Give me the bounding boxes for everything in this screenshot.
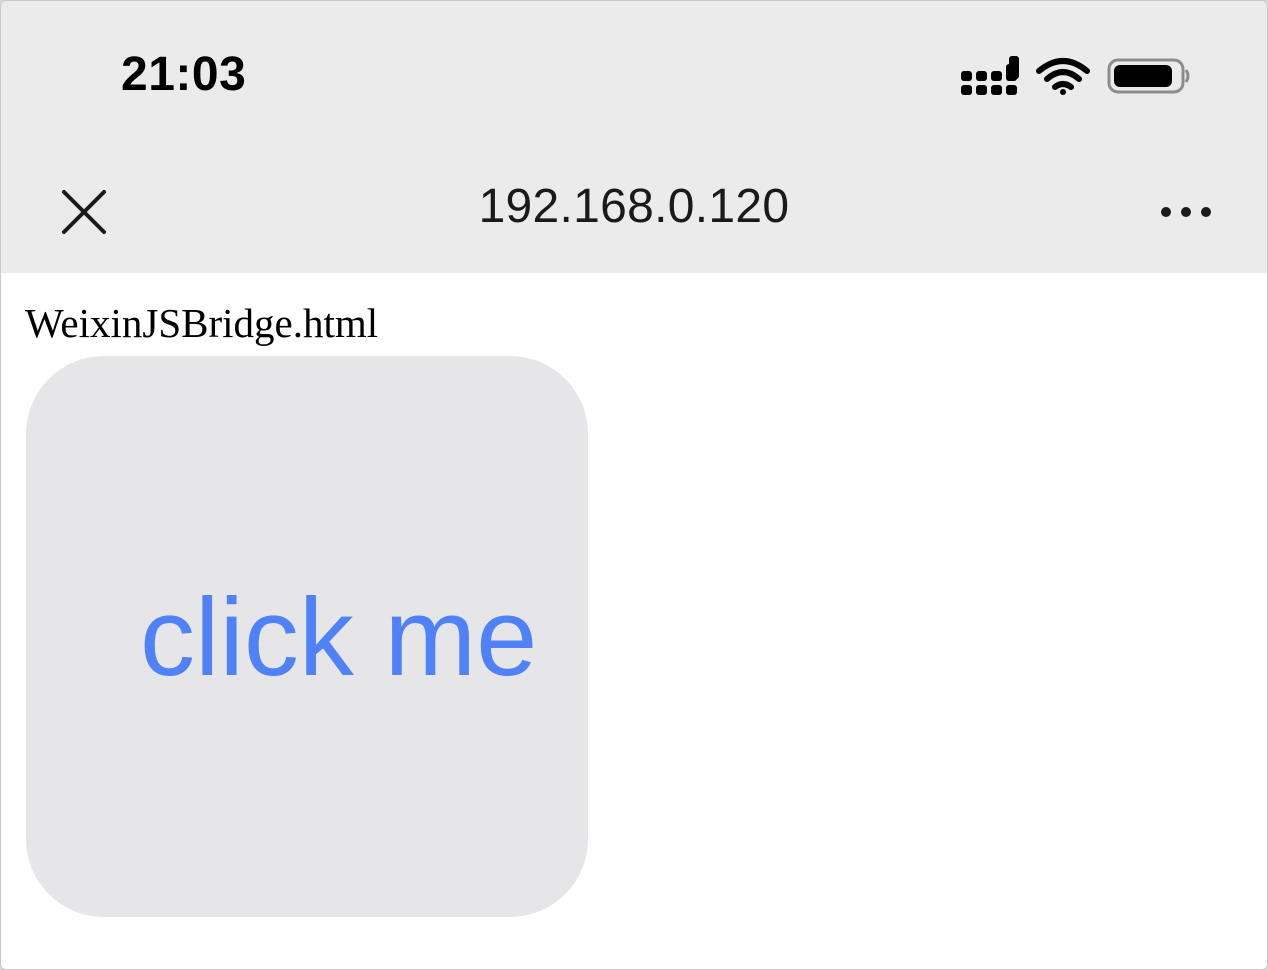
- status-icons: [959, 53, 1191, 101]
- wifi-icon: [1036, 58, 1090, 95]
- page-heading: WeixinJSBridge.html: [25, 300, 379, 346]
- click-me-button[interactable]: click me: [26, 356, 588, 917]
- page-address-title: 192.168.0.120: [478, 180, 790, 233]
- status-time: 21:03: [121, 48, 247, 101]
- more-options-button[interactable]: [1151, 187, 1221, 237]
- click-me-label: click me: [140, 576, 538, 699]
- status-bar: 21:03: [1, 1, 1267, 151]
- web-content: WeixinJSBridge.html click me: [1, 273, 1267, 969]
- more-icon: [1161, 207, 1211, 217]
- battery-icon: [1107, 58, 1190, 94]
- navigation-bar: 192.168.0.120: [1, 151, 1267, 273]
- cellular-signal-icon: [961, 56, 1019, 95]
- browser-window: 21:03 192.168.0.120 WeixinJSBridge.html …: [0, 0, 1268, 970]
